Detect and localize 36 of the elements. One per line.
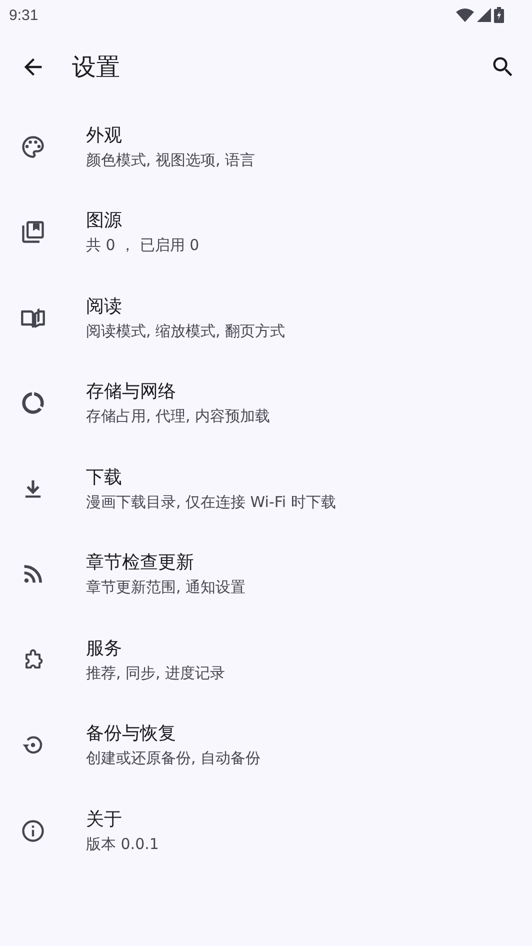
item-title: 章节检查更新: [86, 551, 195, 576]
item-subtitle: 创建或还原备份, 自动备份: [86, 748, 261, 768]
item-title: 备份与恢复: [86, 722, 177, 746]
item-title: 外观: [86, 124, 123, 148]
settings-item[interactable]: 备份与恢复 创建或还原备份, 自动备份: [0, 702, 532, 788]
palette-icon: [20, 134, 46, 160]
settings-item[interactable]: 下载 漫画下载目录, 仅在连接 Wi-Fi 时下载: [0, 446, 532, 532]
stacked-cards-icon: [20, 219, 46, 246]
settings-item[interactable]: 外观 颜色模式, 视图选项, 语言: [0, 104, 532, 190]
item-title: 服务: [86, 636, 123, 661]
item-subtitle: 存储占用, 代理, 内容预加载: [86, 406, 270, 426]
item-title: 下载: [86, 466, 123, 490]
settings-item[interactable]: 章节检查更新 章节更新范围, 通知设置: [0, 532, 532, 617]
item-subtitle: 阅读模式, 缩放模式, 翻页方式: [86, 320, 286, 341]
item-subtitle: 漫画下载目录, 仅在连接 Wi-Fi 时下载: [86, 492, 336, 512]
settings-item[interactable]: 存储与网络 存储占用, 代理, 内容预加载: [0, 360, 532, 446]
settings-item[interactable]: 阅读 阅读模式, 缩放模式, 翻页方式: [0, 275, 532, 360]
battery-icon: [494, 7, 504, 23]
item-title: 图源: [86, 209, 123, 234]
ring-icon: [20, 390, 46, 416]
item-title: 关于: [86, 808, 123, 832]
item-subtitle: 颜色模式, 视图选项, 语言: [86, 150, 256, 170]
item-subtitle: 章节更新范围, 通知设置: [86, 577, 246, 598]
item-subtitle: 版本 0.0.1: [86, 834, 159, 854]
settings-item[interactable]: 图源 共 0 ， 已启用 0: [0, 190, 532, 275]
page-title: 设置: [72, 52, 121, 83]
settings-item[interactable]: 关于 版本 0.0.1: [0, 788, 532, 874]
wifi-icon: [456, 8, 474, 22]
settings-item[interactable]: 服务 推荐, 同步, 进度记录: [0, 617, 532, 702]
item-subtitle: 推荐, 同步, 进度记录: [86, 662, 226, 683]
item-subtitle: 共 0 ， 已启用 0: [86, 235, 200, 256]
signal-icon: [477, 8, 491, 22]
item-title: 存储与网络: [86, 380, 177, 404]
info-icon: [20, 818, 46, 844]
item-title: 阅读: [86, 294, 123, 319]
status-time: 9:31: [9, 6, 38, 24]
